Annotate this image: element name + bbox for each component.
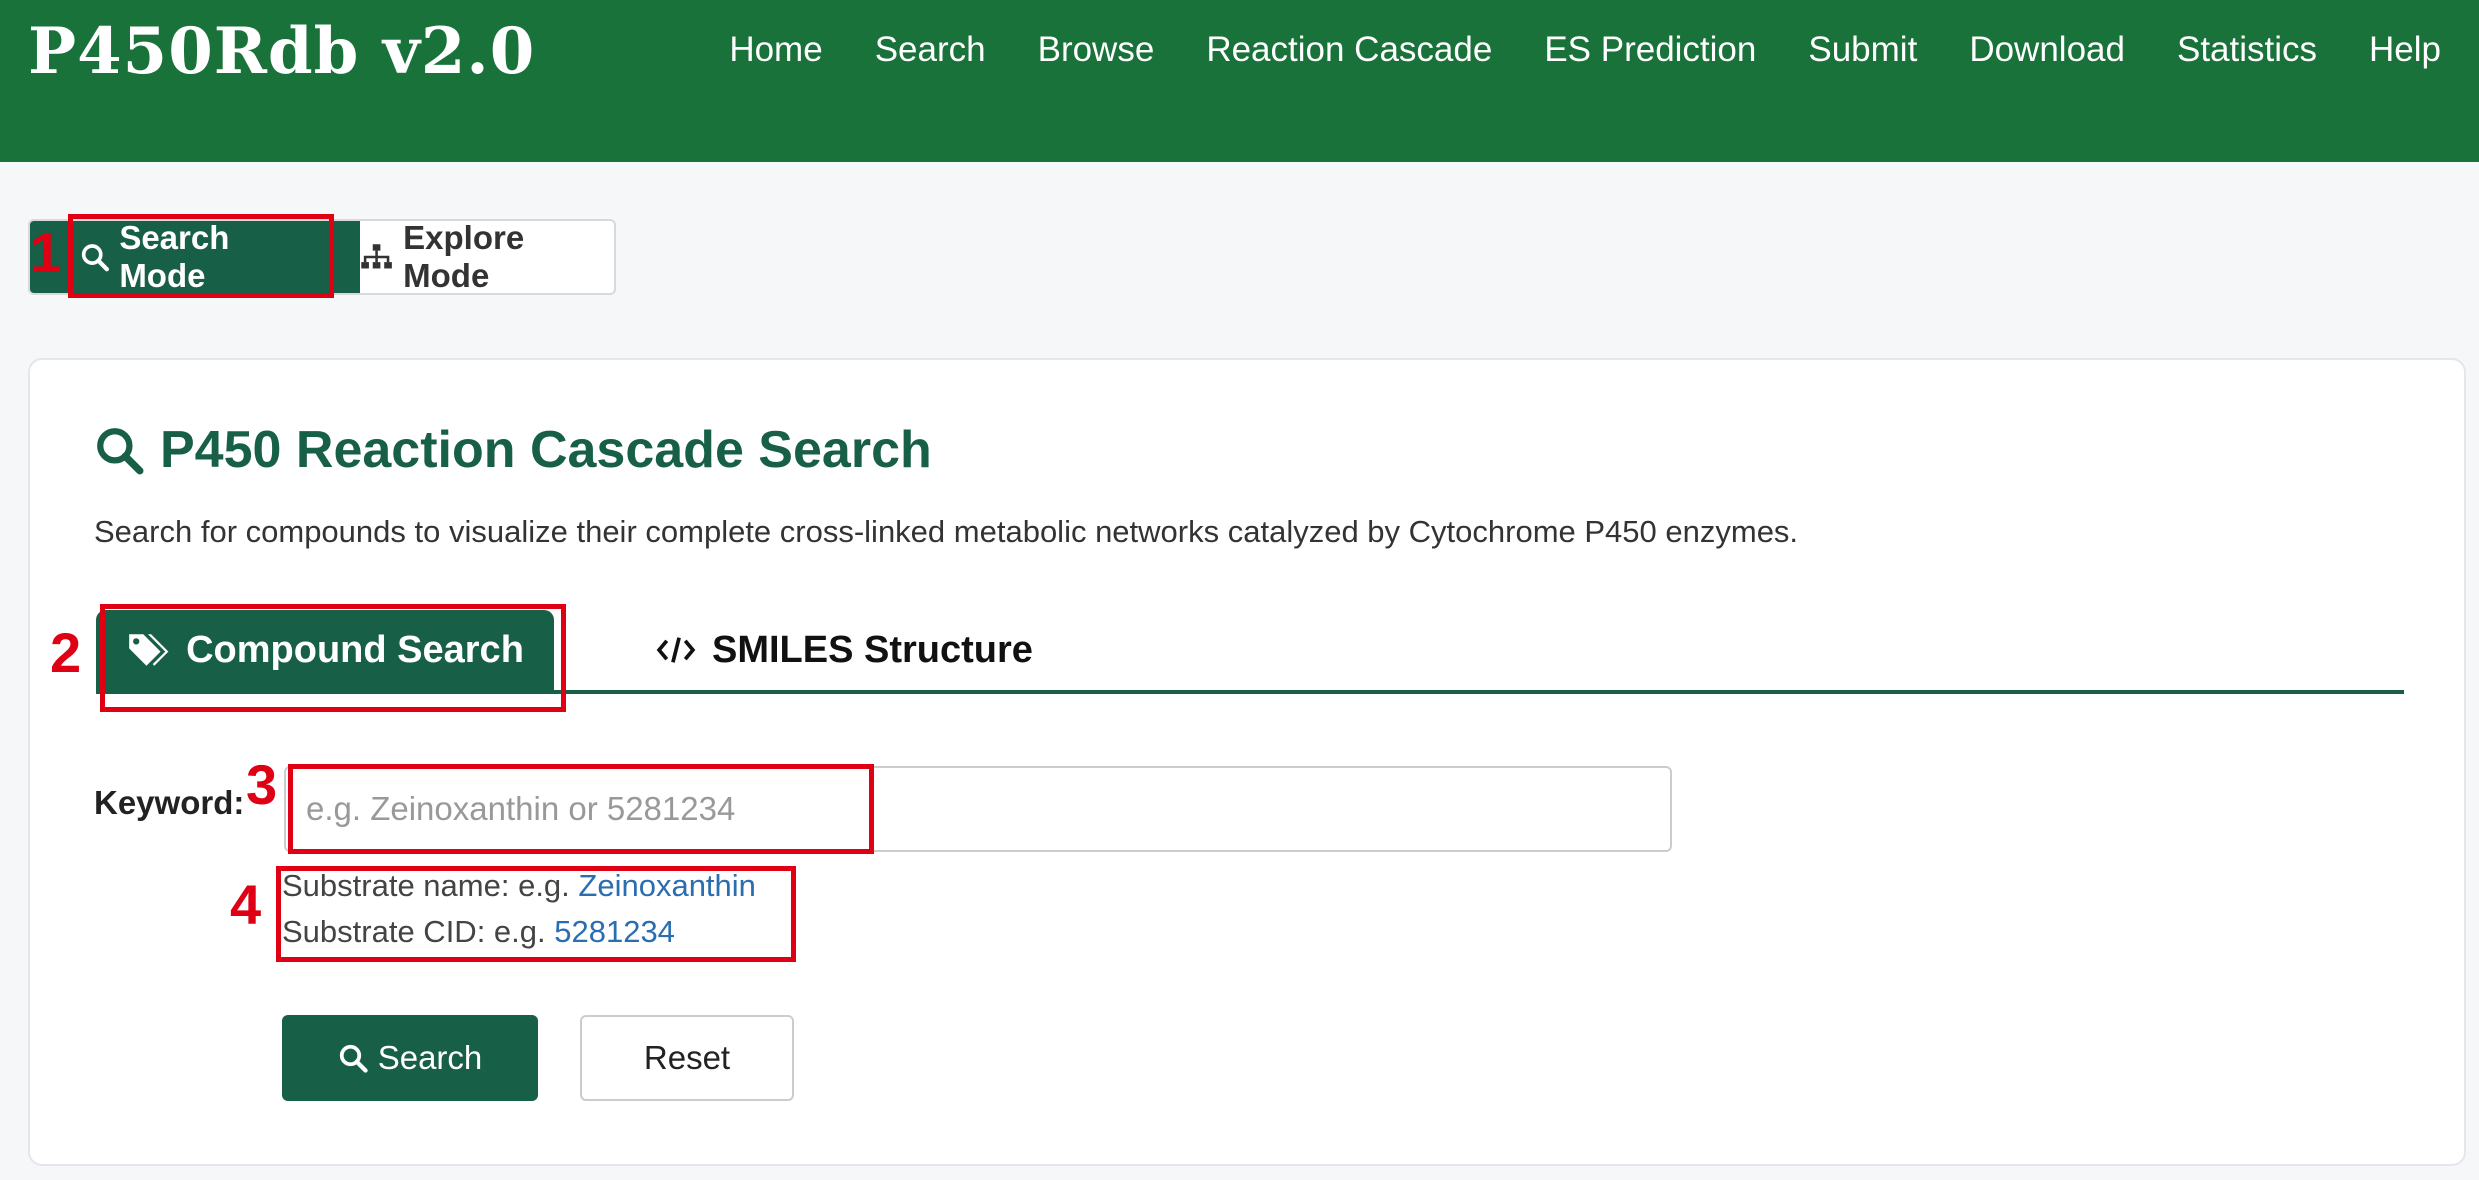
- nav-submit[interactable]: Submit: [1808, 30, 1917, 70]
- tab-smiles-structure[interactable]: SMILES Structure: [656, 610, 1033, 690]
- annotation-box-4: [276, 866, 796, 962]
- reset-button[interactable]: Reset: [580, 1015, 794, 1101]
- search-button[interactable]: Search: [282, 1015, 538, 1101]
- code-icon: [656, 637, 696, 663]
- page-description: Search for compounds to visualize their …: [94, 514, 1799, 549]
- search-button-label: Search: [377, 1039, 483, 1076]
- nav-home[interactable]: Home: [729, 30, 822, 70]
- nav-es-prediction[interactable]: ES Prediction: [1544, 30, 1756, 70]
- nav-search[interactable]: Search: [875, 30, 986, 70]
- site-logo[interactable]: P450Rdb v2.0: [28, 14, 535, 89]
- annotation-number-3: 3: [246, 753, 278, 816]
- annotation-box-2: [100, 604, 566, 712]
- page-title-text: P450 Reaction Cascade Search: [160, 421, 932, 479]
- top-navbar: P450Rdb v2.0 Home Search Browse Reaction…: [0, 0, 2479, 162]
- tab-smiles-label: SMILES Structure: [712, 628, 1033, 671]
- annotation-number-4: 4: [230, 873, 262, 936]
- search-icon: [97, 428, 144, 475]
- annotation-box-3: [288, 764, 874, 854]
- nav-help[interactable]: Help: [2369, 30, 2441, 70]
- nav-statistics[interactable]: Statistics: [2177, 30, 2317, 70]
- main-nav: Home Search Browse Reaction Cascade ES P…: [729, 30, 2441, 70]
- nav-download[interactable]: Download: [1969, 30, 2125, 70]
- sitemap-icon: [361, 244, 392, 269]
- annotation-number-2: 2: [50, 621, 82, 684]
- annotation-box-1: [68, 214, 334, 298]
- nav-browse[interactable]: Browse: [1038, 30, 1155, 70]
- page-title: P450 Reaction Cascade Search: [94, 420, 932, 480]
- search-icon: [339, 1044, 368, 1073]
- explore-mode-label: Explore Mode: [403, 219, 525, 294]
- search-card: P450 Reaction Cascade Search Search for …: [28, 358, 2466, 1166]
- annotation-number-1: 1: [30, 221, 62, 284]
- keyword-label: Keyword:: [94, 784, 245, 821]
- explore-mode-button[interactable]: Explore Mode: [360, 221, 614, 293]
- nav-reaction-cascade[interactable]: Reaction Cascade: [1206, 30, 1492, 70]
